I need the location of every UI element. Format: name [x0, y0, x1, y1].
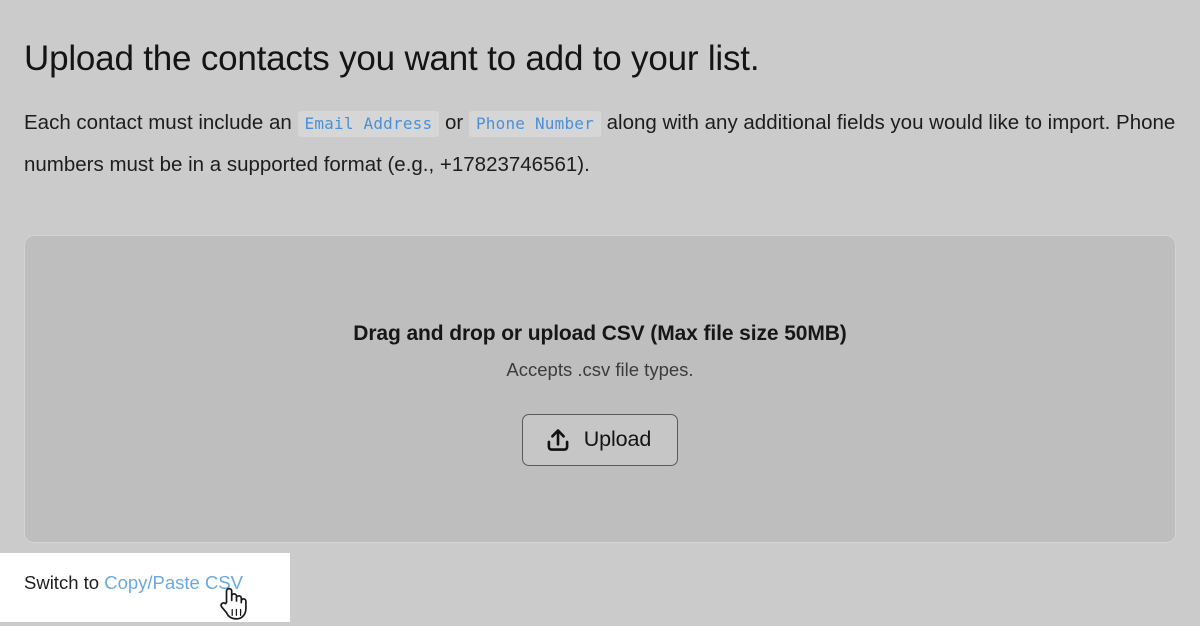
csv-dropzone[interactable]: Drag and drop or upload CSV (Max file si… — [24, 235, 1176, 543]
switch-mode-row: Switch to Copy/Paste CSV — [24, 572, 243, 594]
upload-icon — [545, 427, 571, 453]
switch-prefix-label: Switch to — [24, 572, 105, 593]
phone-number-chip: Phone Number — [468, 111, 601, 137]
upload-contacts-page: Upload the contacts you want to add to y… — [0, 0, 1200, 622]
upload-button[interactable]: Upload — [521, 414, 679, 466]
dropzone-title: Drag and drop or upload CSV (Max file si… — [353, 322, 847, 345]
upload-button-label: Upload — [583, 427, 652, 452]
dropzone-content: Drag and drop or upload CSV (Max file si… — [353, 322, 847, 466]
intro-text-part-2: or — [439, 111, 469, 134]
intro-paragraph: Each contact must include an Email Addre… — [24, 80, 1176, 185]
email-address-chip: Email Address — [297, 111, 440, 137]
copy-paste-csv-link[interactable]: Copy/Paste CSV — [104, 572, 243, 593]
dropzone-subtitle: Accepts .csv file types. — [506, 359, 694, 380]
intro-text-part-1: Each contact must include an — [24, 111, 298, 134]
switch-mode-panel: Switch to Copy/Paste CSV — [0, 553, 290, 622]
page-title: Upload the contacts you want to add to y… — [24, 39, 760, 78]
